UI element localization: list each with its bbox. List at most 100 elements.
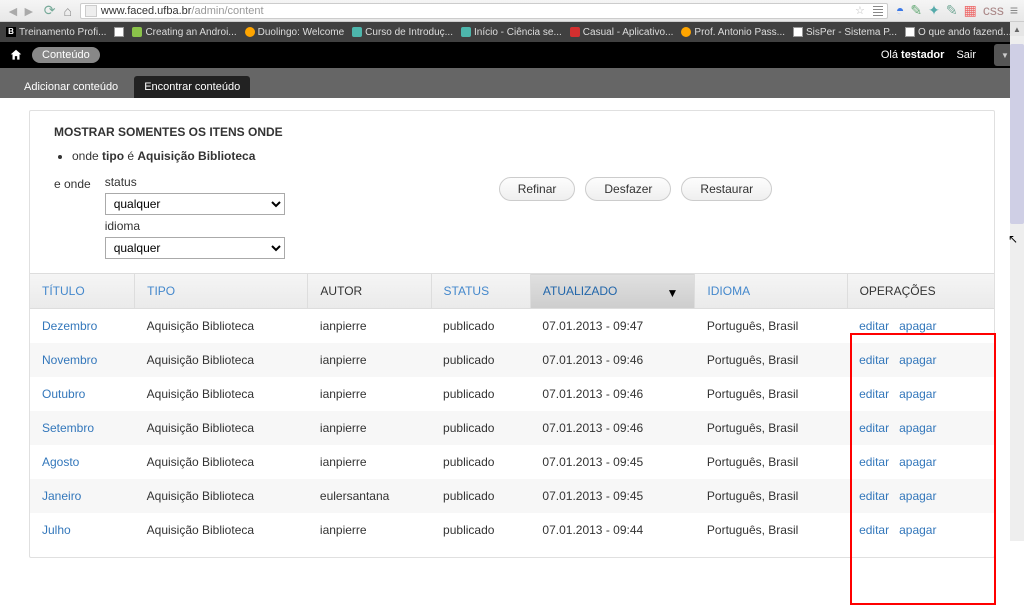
back-button[interactable]: ◄ xyxy=(6,3,20,19)
title-link[interactable]: Dezembro xyxy=(42,319,97,333)
url-menu-icon[interactable] xyxy=(873,6,883,16)
filter-controls: status qualquer idioma qualquer xyxy=(105,175,285,259)
delete-link[interactable]: apagar xyxy=(899,421,936,435)
bookmark-icon xyxy=(461,27,471,37)
scroll-up-button[interactable]: ▲ xyxy=(1010,22,1024,36)
col-status[interactable]: STATUS xyxy=(431,274,530,309)
edit-link[interactable]: editar xyxy=(859,319,889,333)
content-pill[interactable]: Conteúdo xyxy=(32,47,100,63)
col-type[interactable]: TIPO xyxy=(135,274,308,309)
bookmark-icon xyxy=(681,27,691,37)
bookmark-item[interactable]: Casual - Aplicativo... xyxy=(570,27,674,38)
tab-find-content[interactable]: Encontrar conteúdo xyxy=(134,76,250,98)
col-language[interactable]: IDIOMA xyxy=(695,274,847,309)
admin-toolbar: Conteúdo Olá testador Sair ▼ xyxy=(0,42,1024,68)
logout-link[interactable]: Sair xyxy=(956,49,976,61)
title-link[interactable]: Julho xyxy=(42,523,71,537)
css-icon[interactable]: css xyxy=(983,2,1004,19)
table-row: NovembroAquisição Bibliotecaianpierrepub… xyxy=(30,343,994,377)
table-row: SetembroAquisição Bibliotecaianpierrepub… xyxy=(30,411,994,445)
cell-language: Português, Brasil xyxy=(695,377,847,411)
bookmark-icon xyxy=(114,27,124,37)
bookmark-item[interactable]: Início - Ciência se... xyxy=(461,27,562,38)
cell-author: ianpierre xyxy=(308,343,431,377)
admin-right: Olá testador Sair ▼ xyxy=(881,44,1016,66)
refine-button[interactable]: Refinar xyxy=(499,177,576,201)
bookmark-item[interactable]: Curso de Introduç... xyxy=(352,27,453,38)
col-author: AUTOR xyxy=(308,274,431,309)
bookmark-icon xyxy=(132,27,142,37)
col-updated[interactable]: ATUALIZADO▼ xyxy=(530,274,695,309)
cell-operations: editar apagar xyxy=(847,411,994,445)
bookmark-star-icon[interactable]: ☆ xyxy=(855,4,865,17)
home-icon[interactable] xyxy=(8,47,24,63)
cell-updated: 07.01.2013 - 09:46 xyxy=(530,377,695,411)
edit-link[interactable]: editar xyxy=(859,523,889,537)
cell-type: Aquisição Biblioteca xyxy=(135,513,308,547)
delete-link[interactable]: apagar xyxy=(899,523,936,537)
block-icon[interactable]: ▦ xyxy=(964,2,977,19)
wand-icon[interactable]: ✦ xyxy=(928,2,940,19)
home-button[interactable]: ⌂ xyxy=(63,3,71,19)
cell-type: Aquisição Biblioteca xyxy=(135,309,308,344)
cell-status: publicado xyxy=(431,479,530,513)
title-link[interactable]: Novembro xyxy=(42,353,97,367)
filter-active-item: onde tipo é Aquisição Biblioteca xyxy=(72,149,970,163)
bookmark-item[interactable] xyxy=(114,27,124,37)
bookmark-item[interactable]: BTreinamento Profi... xyxy=(6,27,106,38)
cell-author: eulersantana xyxy=(308,479,431,513)
edit-link[interactable]: editar xyxy=(859,421,889,435)
title-link[interactable]: Setembro xyxy=(42,421,94,435)
pencil-icon[interactable]: ✎ xyxy=(910,2,922,19)
cell-type: Aquisição Biblioteca xyxy=(135,479,308,513)
col-title[interactable]: TÍTULO xyxy=(30,274,135,309)
title-link[interactable]: Janeiro xyxy=(42,489,81,503)
bookmark-item[interactable]: Prof. Antonio Pass... xyxy=(681,27,785,38)
language-select[interactable]: qualquer xyxy=(105,237,285,259)
delete-link[interactable]: apagar xyxy=(899,455,936,469)
bookmark-item[interactable]: SisPer - Sistema P... xyxy=(793,27,897,38)
language-label: idioma xyxy=(105,219,285,233)
cell-type: Aquisição Biblioteca xyxy=(135,377,308,411)
globe-icon[interactable]: ◓ xyxy=(896,2,904,19)
edit-link[interactable]: editar xyxy=(859,455,889,469)
cell-type: Aquisição Biblioteca xyxy=(135,411,308,445)
forward-button[interactable]: ► xyxy=(22,3,36,19)
edit-link[interactable]: editar xyxy=(859,387,889,401)
cell-updated: 07.01.2013 - 09:46 xyxy=(530,343,695,377)
title-link[interactable]: Outubro xyxy=(42,387,85,401)
delete-link[interactable]: apagar xyxy=(899,387,936,401)
reset-button[interactable]: Restaurar xyxy=(681,177,772,201)
scroll-thumb[interactable] xyxy=(1010,44,1024,224)
filter-active-list: onde tipo é Aquisição Biblioteca xyxy=(72,149,970,163)
bookmark-item[interactable]: O que ando fazend... xyxy=(905,27,1011,38)
tab-add-content[interactable]: Adicionar conteúdo xyxy=(14,76,128,98)
edit-link[interactable]: editar xyxy=(859,353,889,367)
cell-language: Português, Brasil xyxy=(695,343,847,377)
cell-author: ianpierre xyxy=(308,513,431,547)
menu-button[interactable]: ≡ xyxy=(1010,2,1018,19)
table-row: Janeiro Aquisição Bibliotecaeulersantanap… xyxy=(30,479,994,513)
filter-and-where-label: e onde xyxy=(54,175,91,191)
delete-link[interactable]: apagar xyxy=(899,319,936,333)
title-link[interactable]: Agosto xyxy=(42,455,79,469)
status-select[interactable]: qualquer xyxy=(105,193,285,215)
scrollbar[interactable]: ▲ xyxy=(1010,22,1024,541)
cell-author: ianpierre xyxy=(308,445,431,479)
undo-button[interactable]: Desfazer xyxy=(585,177,671,201)
bookmark-item[interactable]: Duolingo: Welcome xyxy=(245,27,345,38)
url-bar[interactable]: www.faced.ufba.br /admin/content ☆ xyxy=(80,3,888,19)
delete-link[interactable]: apagar xyxy=(899,353,936,367)
chevron-down-icon: ▼ xyxy=(1001,51,1009,60)
reload-button[interactable]: ⟳ xyxy=(44,2,56,19)
cell-status: publicado xyxy=(431,411,530,445)
cell-operations: editar apagar xyxy=(847,479,994,513)
bookmark-item[interactable]: Creating an Androi... xyxy=(132,27,236,38)
table-row: DezembroAquisição Bibliotecaianpierrepub… xyxy=(30,309,994,344)
edit-link[interactable]: editar xyxy=(859,489,889,503)
content-area: MOSTRAR SOMENTES OS ITENS ONDE onde tipo… xyxy=(29,110,995,558)
edit-icon[interactable]: ✎ xyxy=(946,2,958,19)
cell-operations: editar apagar xyxy=(847,377,994,411)
extension-icons: ◓ ✎ ✦ ✎ ▦ css ≡ xyxy=(896,2,1018,19)
delete-link[interactable]: apagar xyxy=(899,489,936,503)
